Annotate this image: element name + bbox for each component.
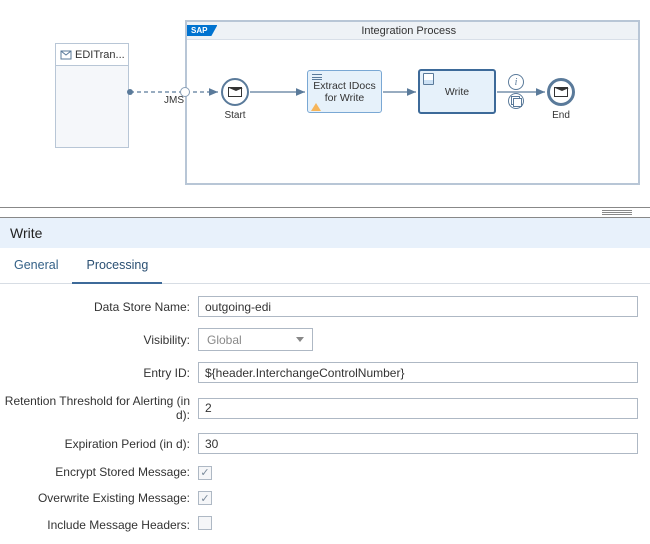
write-side-actions: i	[508, 74, 524, 109]
write-label: Write	[445, 86, 469, 98]
label-expiration: Expiration Period (in d):	[0, 437, 198, 451]
list-icon	[312, 74, 322, 80]
extract-label: Extract IDocs for Write	[312, 80, 377, 104]
input-entry-id[interactable]	[198, 362, 638, 383]
sap-logo: SAP	[187, 25, 217, 36]
external-title: EDITran...	[75, 49, 125, 61]
label-entry-id: Entry ID:	[0, 366, 198, 380]
label-retention: Retention Threshold for Alerting (in d):	[0, 394, 198, 422]
end-label: End	[552, 110, 570, 121]
label-visibility: Visibility:	[0, 333, 198, 347]
grip-icon	[602, 210, 632, 216]
copy-icon[interactable]	[508, 93, 524, 109]
label-include-headers: Include Message Headers:	[0, 518, 198, 532]
envelope-icon	[554, 87, 568, 97]
chevron-down-icon	[296, 337, 304, 342]
checkbox-overwrite[interactable]	[198, 491, 212, 505]
panel-title: Write	[0, 218, 650, 248]
input-retention[interactable]	[198, 398, 638, 419]
extract-idocs-activity[interactable]: Extract IDocs for Write	[307, 70, 382, 113]
warning-icon	[311, 103, 321, 111]
external-participant-box[interactable]: EDITran...	[55, 43, 129, 148]
tab-general[interactable]: General	[0, 248, 72, 283]
process-title: Integration Process	[219, 25, 638, 37]
select-visibility[interactable]: Global	[198, 328, 313, 351]
end-event[interactable]: End	[547, 78, 575, 121]
datastore-icon	[423, 73, 434, 85]
split-divider[interactable]	[0, 207, 650, 218]
tabs: General Processing	[0, 248, 650, 284]
process-header: SAP Integration Process	[187, 22, 638, 40]
jms-label: JMS	[164, 95, 184, 106]
external-header: EDITran...	[56, 44, 128, 66]
label-encrypt: Encrypt Stored Message:	[0, 465, 198, 479]
label-overwrite: Overwrite Existing Message:	[0, 491, 198, 505]
input-data-store-name[interactable]	[198, 296, 638, 317]
select-visibility-value: Global	[207, 333, 242, 347]
flow-canvas: EDITran... SAP Integration Process Start…	[0, 0, 650, 195]
start-event[interactable]: Start	[221, 78, 249, 121]
start-label: Start	[224, 110, 245, 121]
input-expiration[interactable]	[198, 433, 638, 454]
envelope-icon	[228, 87, 242, 97]
write-activity[interactable]: Write	[418, 69, 496, 114]
tab-processing[interactable]: Processing	[72, 248, 162, 284]
processing-form: Data Store Name: Visibility: Global Entr…	[0, 284, 650, 533]
info-icon[interactable]: i	[508, 74, 524, 90]
checkbox-include-headers[interactable]	[198, 516, 212, 530]
properties-panel: Write General Processing Data Store Name…	[0, 218, 650, 544]
participant-icon	[60, 49, 72, 61]
checkbox-encrypt[interactable]	[198, 466, 212, 480]
label-data-store-name: Data Store Name:	[0, 300, 198, 314]
